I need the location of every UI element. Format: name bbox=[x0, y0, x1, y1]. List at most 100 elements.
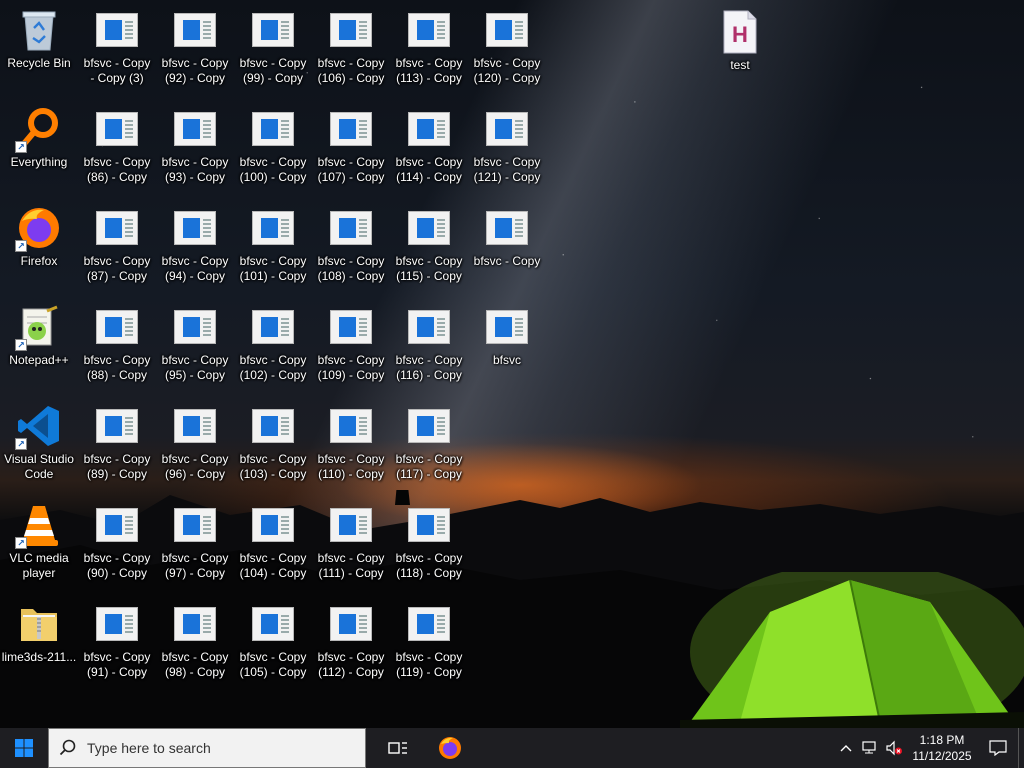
start-button[interactable] bbox=[0, 728, 48, 768]
desktop-icon-bfsvc[interactable]: bfsvc - Copy (96) - Copy bbox=[156, 402, 234, 482]
desktop-icon-bfsvc[interactable]: bfsvc - Copy (112) - Copy bbox=[312, 600, 390, 680]
desktop-icon-bfsvc[interactable]: bfsvc - Copy (97) - Copy bbox=[156, 501, 234, 581]
show-hidden-icons-button[interactable] bbox=[834, 728, 858, 768]
bfsvc-app-icon bbox=[249, 105, 297, 153]
desktop[interactable]: Recycle Bin ↗ Everything ↗ Firefox ↗ Notepad++… bbox=[0, 0, 1024, 728]
desktop-icon-label: bfsvc - Copy (97) - Copy bbox=[161, 551, 229, 580]
desktop-icon-recycle-bin[interactable]: Recycle Bin bbox=[0, 6, 78, 71]
desktop-icon-label: bfsvc - Copy (106) - Copy bbox=[317, 56, 385, 85]
desktop-icon-bfsvc[interactable]: bfsvc - Copy (119) - Copy bbox=[390, 600, 468, 680]
network-button[interactable] bbox=[858, 728, 882, 768]
desktop-icon-label: bfsvc - Copy (121) - Copy bbox=[473, 155, 541, 184]
desktop-icon-bfsvc[interactable]: bfsvc - Copy (87) - Copy bbox=[78, 204, 156, 284]
taskbar-search-box[interactable]: Type here to search bbox=[48, 728, 366, 768]
show-desktop-button[interactable] bbox=[1018, 728, 1024, 768]
desktop-icon-label: Everything bbox=[10, 155, 68, 169]
desktop-icon-bfsvc[interactable]: bfsvc - Copy (99) - Copy bbox=[234, 6, 312, 86]
bfsvc-app-icon bbox=[93, 303, 141, 351]
desktop-icon-label: bfsvc - Copy (95) - Copy bbox=[161, 353, 229, 382]
action-center-button[interactable] bbox=[978, 728, 1018, 768]
desktop-icon-vlc[interactable]: ↗ VLC media player bbox=[0, 501, 78, 581]
bfsvc-app-icon bbox=[171, 303, 219, 351]
bfsvc-app-icon bbox=[93, 6, 141, 54]
desktop-icon-bfsvc[interactable]: bfsvc - Copy bbox=[468, 204, 546, 269]
search-icon bbox=[49, 739, 87, 757]
bfsvc-app-icon bbox=[405, 204, 453, 252]
desktop-icon-bfsvc[interactable]: bfsvc - Copy (120) - Copy bbox=[468, 6, 546, 86]
clock-button[interactable]: 1:18 PM 11/12/2025 bbox=[906, 732, 978, 764]
bfsvc-app-icon bbox=[327, 6, 375, 54]
bfsvc-app-icon bbox=[93, 600, 141, 648]
desktop-icon-label: bfsvc - Copy (93) - Copy bbox=[161, 155, 229, 184]
desktop-icon-label: bfsvc - Copy (110) - Copy bbox=[317, 452, 385, 481]
desktop-icon-bfsvc[interactable]: bfsvc - Copy (105) - Copy bbox=[234, 600, 312, 680]
desktop-icon-label: bfsvc - Copy (115) - Copy bbox=[395, 254, 463, 283]
desktop-icon-bfsvc[interactable]: bfsvc - Copy (118) - Copy bbox=[390, 501, 468, 581]
bfsvc-app-icon bbox=[483, 6, 531, 54]
desktop-icon-everything[interactable]: ↗ Everything bbox=[0, 105, 78, 170]
shortcut-arrow-icon: ↗ bbox=[15, 339, 27, 351]
desktop-icon-bfsvc[interactable]: bfsvc - Copy (110) - Copy bbox=[312, 402, 390, 482]
volume-muted-icon bbox=[886, 740, 902, 756]
desktop-icon-bfsvc[interactable]: bfsvc - Copy (108) - Copy bbox=[312, 204, 390, 284]
desktop-icon-bfsvc[interactable]: bfsvc - Copy (86) - Copy bbox=[78, 105, 156, 185]
desktop-icon-bfsvc[interactable]: bfsvc - Copy (117) - Copy bbox=[390, 402, 468, 482]
desktop-icon-bfsvc[interactable]: bfsvc - Copy (113) - Copy bbox=[390, 6, 468, 86]
desktop-icon-bfsvc[interactable]: bfsvc - Copy (121) - Copy bbox=[468, 105, 546, 185]
desktop-icon-bfsvc[interactable]: bfsvc - Copy (92) - Copy bbox=[156, 6, 234, 86]
desktop-icon-bfsvc[interactable]: bfsvc - Copy (102) - Copy bbox=[234, 303, 312, 383]
desktop-icon-firefox[interactable]: ↗ Firefox bbox=[0, 204, 78, 269]
taskbar-firefox-button[interactable] bbox=[426, 728, 474, 768]
desktop-icon-bfsvc[interactable]: bfsvc - Copy (107) - Copy bbox=[312, 105, 390, 185]
desktop-icon-label: bfsvc - Copy (89) - Copy bbox=[83, 452, 151, 481]
desktop-icon-label: bfsvc - Copy (112) - Copy bbox=[317, 650, 385, 679]
bfsvc-app-icon bbox=[405, 402, 453, 450]
bfsvc-app-icon bbox=[249, 600, 297, 648]
task-view-button[interactable] bbox=[374, 728, 422, 768]
desktop-icon-test[interactable]: H test bbox=[701, 8, 779, 73]
desktop-icon-label: Notepad++ bbox=[9, 353, 69, 367]
task-view-icon bbox=[388, 742, 407, 754]
desktop-icon-bfsvc[interactable]: bfsvc - Copy (98) - Copy bbox=[156, 600, 234, 680]
desktop-icon-bfsvc[interactable]: bfsvc - Copy (95) - Copy bbox=[156, 303, 234, 383]
desktop-icon-bfsvc[interactable]: bfsvc - Copy (111) - Copy bbox=[312, 501, 390, 581]
bfsvc-app-icon bbox=[405, 501, 453, 549]
volume-button[interactable] bbox=[882, 728, 906, 768]
desktop-icon-bfsvc[interactable]: bfsvc - Copy (114) - Copy bbox=[390, 105, 468, 185]
desktop-icon-bfsvc[interactable]: bfsvc - Copy (104) - Copy bbox=[234, 501, 312, 581]
desktop-icon-bfsvc[interactable]: bfsvc - Copy (109) - Copy bbox=[312, 303, 390, 383]
desktop-icon-bfsvc[interactable]: bfsvc - Copy (100) - Copy bbox=[234, 105, 312, 185]
desktop-icon-bfsvc[interactable]: bfsvc - Copy (116) - Copy bbox=[390, 303, 468, 383]
desktop-icon-bfsvc[interactable]: bfsvc - Copy (88) - Copy bbox=[78, 303, 156, 383]
desktop-icon-bfsvc[interactable]: bfsvc - Copy (89) - Copy bbox=[78, 402, 156, 482]
desktop-icon-label: bfsvc - Copy (111) - Copy bbox=[317, 551, 385, 580]
desktop-icon-bfsvc[interactable]: bfsvc - Copy (101) - Copy bbox=[234, 204, 312, 284]
desktop-icon-bfsvc[interactable]: bfsvc - Copy (106) - Copy bbox=[312, 6, 390, 86]
desktop-icon-lime3ds[interactable]: lime3ds-211... bbox=[0, 600, 78, 665]
desktop-icon-bfsvc[interactable]: bfsvc - Copy (103) - Copy bbox=[234, 402, 312, 482]
desktop-icon-bfsvc[interactable]: bfsvc - Copy (93) - Copy bbox=[156, 105, 234, 185]
bfsvc-app-icon bbox=[327, 303, 375, 351]
desktop-icon-label: bfsvc - Copy (86) - Copy bbox=[83, 155, 151, 184]
desktop-icon-notepadpp[interactable]: ↗ Notepad++ bbox=[0, 303, 78, 368]
desktop-icon-bfsvc[interactable]: bfsvc - Copy (94) - Copy bbox=[156, 204, 234, 284]
desktop-icon-bfsvc[interactable]: bfsvc - Copy - Copy (3) bbox=[78, 6, 156, 86]
desktop-icon-bfsvc[interactable]: bfsvc - Copy (90) - Copy bbox=[78, 501, 156, 581]
desktop-icon-label: Firefox bbox=[20, 254, 58, 268]
vlc-cone-icon: ↗ bbox=[15, 501, 63, 549]
desktop-icon-label: bfsvc - Copy (96) - Copy bbox=[161, 452, 229, 481]
desktop-icon-bfsvc[interactable]: bfsvc bbox=[468, 303, 546, 368]
desktop-icon-bfsvc[interactable]: bfsvc - Copy (91) - Copy bbox=[78, 600, 156, 680]
bfsvc-app-icon bbox=[249, 402, 297, 450]
bfsvc-app-icon bbox=[93, 501, 141, 549]
bfsvc-app-icon bbox=[327, 105, 375, 153]
bfsvc-app-icon bbox=[171, 105, 219, 153]
desktop-icon-vscode[interactable]: ↗ Visual Studio Code bbox=[0, 402, 78, 482]
recycle-bin-icon bbox=[15, 6, 63, 54]
bfsvc-app-icon bbox=[405, 6, 453, 54]
desktop-icon-label: bfsvc - Copy (91) - Copy bbox=[83, 650, 151, 679]
shortcut-arrow-icon: ↗ bbox=[15, 537, 27, 549]
system-tray: 1:18 PM 11/12/2025 bbox=[834, 728, 1024, 768]
bfsvc-app-icon bbox=[483, 303, 531, 351]
desktop-icon-bfsvc[interactable]: bfsvc - Copy (115) - Copy bbox=[390, 204, 468, 284]
